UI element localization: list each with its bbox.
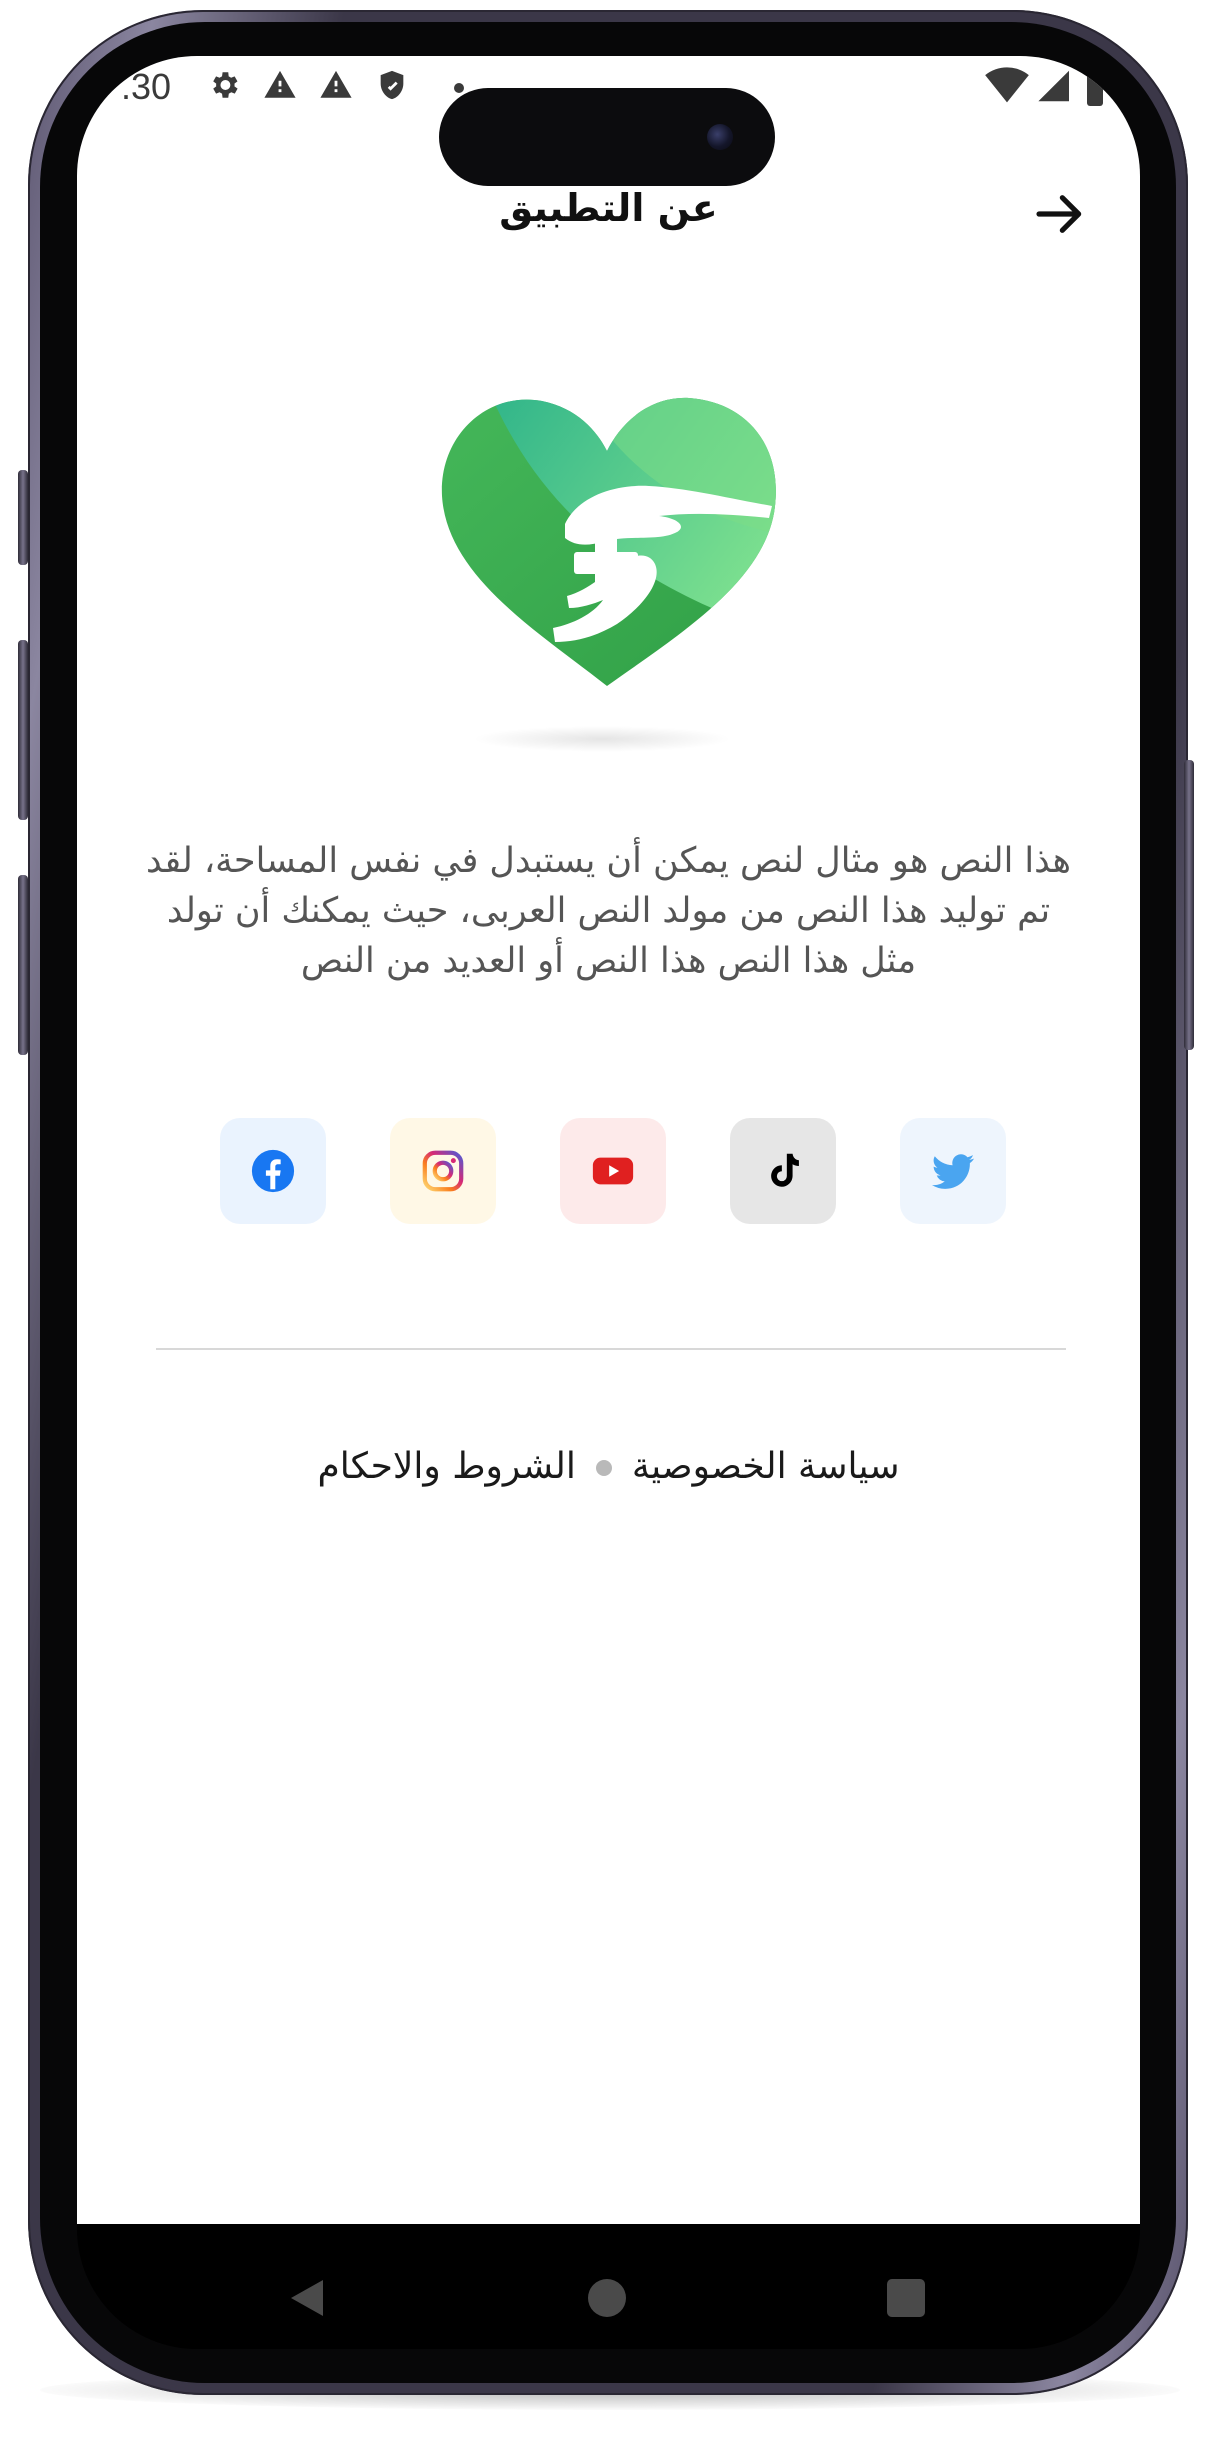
system-nav-bar: [77, 2224, 1140, 2349]
facebook-icon: [251, 1149, 295, 1193]
side-button-volume-down: [18, 875, 28, 1055]
page-title: عن التطبيق: [499, 186, 718, 230]
tiktok-button[interactable]: [730, 1118, 836, 1224]
twitter-icon: [931, 1154, 975, 1189]
footer-links: سياسة الخصوصية الشروط والاحكام: [77, 1446, 1140, 1487]
square-recents-icon[interactable]: [887, 2279, 925, 2317]
dynamic-island: [439, 88, 775, 186]
side-button-mute: [18, 470, 28, 565]
privacy-policy-link[interactable]: سياسة الخصوصية: [632, 1446, 900, 1487]
heart-hands-medical-cross-logo: [441, 397, 776, 686]
triangle-back-icon[interactable]: [287, 2276, 327, 2320]
tiktok-icon: [771, 1153, 799, 1187]
youtube-icon: [592, 1157, 634, 1185]
instagram-button[interactable]: [390, 1118, 496, 1224]
app-screen: .30 عن التطبيق هذا النص هو مثال لنص يمكن…: [77, 56, 1140, 2224]
warning-icon-2: [320, 70, 352, 98]
separator-dot: [595, 1460, 612, 1476]
wifi-icon: [985, 67, 1029, 103]
arrow-right-icon[interactable]: [1032, 186, 1088, 242]
twitter-button[interactable]: [900, 1118, 1006, 1224]
shield-icon: [380, 70, 404, 100]
notification-dot-icon: [454, 83, 464, 93]
status-time: .30: [121, 66, 172, 107]
divider: [156, 1348, 1066, 1350]
front-camera-icon: [707, 124, 733, 150]
settings-gear-icon: [213, 72, 238, 98]
instagram-icon: [422, 1150, 464, 1192]
warning-icon: [264, 70, 296, 98]
circle-home-icon[interactable]: [588, 2279, 626, 2317]
side-button-power: [1184, 760, 1194, 1050]
youtube-button[interactable]: [560, 1118, 666, 1224]
cell-signal-icon: [1038, 70, 1069, 102]
app-description: هذا النص هو مثال لنص يمكن أن يستبدل في ن…: [146, 841, 1071, 981]
battery-icon: [1087, 72, 1103, 106]
terms-conditions-link[interactable]: الشروط والاحكام: [317, 1446, 575, 1487]
facebook-button[interactable]: [220, 1118, 326, 1224]
side-button-volume-up: [18, 640, 28, 820]
social-links: [77, 1118, 1140, 1228]
